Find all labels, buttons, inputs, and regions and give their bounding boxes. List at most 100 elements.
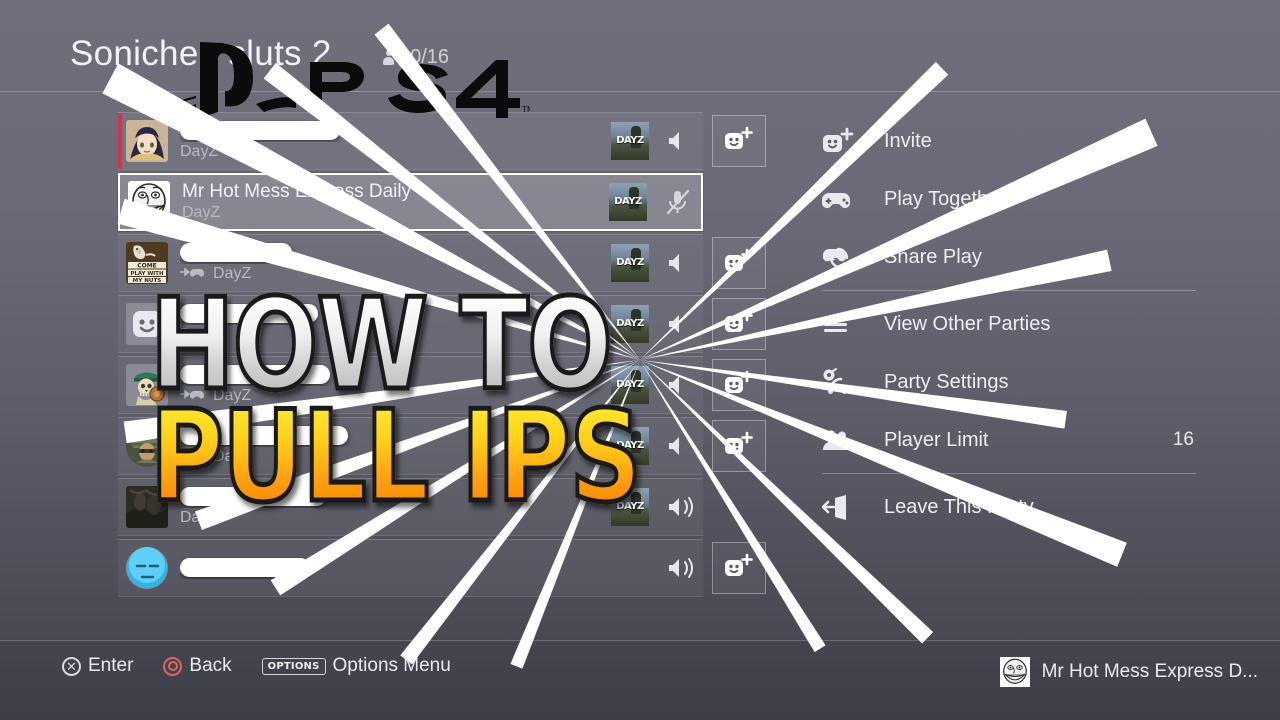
default-face-avatar bbox=[126, 303, 168, 345]
speaker-loud-icon[interactable] bbox=[657, 554, 703, 582]
member-game: DayZ bbox=[180, 264, 611, 284]
member-name bbox=[180, 120, 611, 142]
censor-bar bbox=[180, 304, 318, 324]
member-row[interactable]: COME PLAY WITH MY NUTS DayZ DAYZ bbox=[118, 234, 703, 292]
member-info bbox=[180, 557, 611, 579]
current-user[interactable]: Mr Hot Mess Express D... bbox=[999, 657, 1258, 687]
menu-item-play-together[interactable]: Play Together bbox=[822, 170, 1222, 228]
troll-face-avatar bbox=[999, 657, 1030, 687]
joining-game-icon bbox=[180, 264, 208, 284]
member-row[interactable]: DayZ DAYZ bbox=[118, 417, 703, 475]
hint-enter: ✕ Enter bbox=[62, 655, 133, 677]
cross-button-icon: ✕ bbox=[62, 656, 81, 676]
member-name bbox=[180, 364, 611, 386]
party-header: Sonicheq sluts 2 10/16 bbox=[0, 0, 1280, 92]
member-row[interactable]: Mr Hot Mess Express Daily DayZ DAYZ bbox=[118, 173, 703, 231]
people-group-icon bbox=[822, 426, 884, 454]
hint-label: Options Menu bbox=[332, 655, 451, 676]
menu-item-view-other-parties[interactable]: View Other Parties bbox=[822, 295, 1222, 353]
menu-item-party-settings[interactable]: Party Settings bbox=[822, 353, 1222, 411]
mic-muted-icon[interactable] bbox=[655, 188, 701, 216]
menu-item-leave-this-party[interactable]: Leave This Party bbox=[822, 478, 1222, 536]
dark-photo-avatar bbox=[126, 486, 168, 528]
member-game: DayZ bbox=[180, 447, 611, 467]
speaker-loud-icon[interactable] bbox=[657, 493, 703, 521]
member-game-label: DayZ bbox=[182, 204, 221, 221]
add-friend-icon bbox=[723, 431, 755, 462]
troll-face-avatar bbox=[128, 181, 170, 223]
censor-bar bbox=[180, 558, 310, 578]
game-thumbnail: DAYZ bbox=[611, 122, 649, 160]
member-name bbox=[180, 303, 611, 325]
member-info: DayZ bbox=[180, 425, 611, 467]
member-name: Mr Hot Mess Express Daily bbox=[182, 181, 412, 202]
member-game-label: DayZ bbox=[180, 143, 219, 160]
member-game: DayZ bbox=[180, 325, 611, 345]
speaker-icon[interactable] bbox=[657, 371, 703, 399]
menu-item-player-limit[interactable]: Player Limit 16 bbox=[822, 411, 1222, 469]
svg-text:MY NUTS: MY NUTS bbox=[133, 278, 162, 284]
circle-button-icon bbox=[163, 656, 183, 676]
hint-options-menu: OPTIONS Options Menu bbox=[261, 655, 451, 677]
add-friend-button[interactable] bbox=[712, 359, 766, 411]
add-friend-icon bbox=[723, 248, 755, 279]
member-info: DayZ bbox=[180, 364, 611, 406]
member-game-label: DayZ bbox=[213, 387, 252, 404]
add-friend-button[interactable] bbox=[712, 237, 766, 289]
menu-item-label: Share Play bbox=[884, 245, 982, 268]
speaker-icon[interactable] bbox=[657, 432, 703, 460]
member-info: DayZ bbox=[180, 486, 611, 528]
add-friend-icon bbox=[723, 553, 755, 584]
game-thumbnail: DAYZ bbox=[611, 366, 649, 404]
person-icon bbox=[383, 50, 394, 65]
svg-text:COME: COME bbox=[137, 263, 157, 270]
button-hints: ✕ Enter Back OPTIONS Options Menu bbox=[62, 655, 451, 677]
game-thumbnail-label: DAYZ bbox=[616, 318, 644, 329]
speaker-icon[interactable] bbox=[657, 310, 703, 338]
hint-back: Back bbox=[163, 655, 232, 677]
add-friend-button[interactable] bbox=[712, 420, 766, 472]
member-row[interactable]: DayZ DAYZ bbox=[118, 478, 703, 536]
party-options-menu[interactable]: Invite Play Together Share Play View Other … bbox=[822, 112, 1222, 536]
member-row[interactable] bbox=[118, 539, 703, 597]
joining-game-icon bbox=[180, 386, 208, 406]
member-row[interactable]: DayZ DAYZ bbox=[118, 295, 703, 353]
member-info: DayZ bbox=[180, 120, 611, 162]
member-game-label: DayZ bbox=[213, 265, 252, 282]
add-friend-button[interactable] bbox=[712, 115, 766, 167]
member-game: DayZ bbox=[182, 203, 609, 223]
exit-door-icon bbox=[822, 493, 884, 521]
svg-text:PLAY WITH: PLAY WITH bbox=[131, 271, 164, 277]
add-friend-button[interactable] bbox=[712, 542, 766, 594]
anime-girl-avatar bbox=[126, 120, 168, 162]
censor-bar bbox=[180, 365, 330, 385]
censor-bar bbox=[180, 487, 326, 507]
hint-label: Back bbox=[189, 655, 232, 676]
speaker-icon[interactable] bbox=[657, 249, 703, 277]
member-info: DayZ bbox=[180, 242, 611, 284]
member-game-label: DayZ bbox=[180, 509, 219, 526]
game-thumbnail: DAYZ bbox=[609, 183, 647, 221]
menu-item-label: Invite bbox=[884, 129, 932, 152]
member-name bbox=[180, 242, 611, 264]
speaker-icon[interactable] bbox=[657, 127, 703, 155]
menu-item-label: Party Settings bbox=[884, 370, 1009, 393]
member-count-label: 10/16 bbox=[399, 46, 450, 68]
censor-bar bbox=[180, 426, 348, 446]
blue-face-avatar bbox=[126, 547, 168, 589]
headset-settings-icon bbox=[822, 368, 884, 396]
menu-item-label: View Other Parties bbox=[884, 312, 1051, 335]
menu-item-share-play[interactable]: Share Play bbox=[822, 228, 1222, 286]
member-row[interactable]: DayZ DAYZ bbox=[118, 112, 703, 170]
add-friend-button[interactable] bbox=[712, 298, 766, 350]
game-thumbnail-label: DAYZ bbox=[616, 501, 644, 512]
member-game: DayZ bbox=[180, 508, 611, 528]
hint-label: Enter bbox=[88, 655, 134, 676]
party-title: Sonicheq sluts 2 bbox=[70, 34, 332, 73]
member-count: 10/16 bbox=[383, 46, 449, 69]
menu-item-invite[interactable]: Invite bbox=[822, 112, 1222, 170]
member-row[interactable]: DayZ DAYZ bbox=[118, 356, 703, 414]
game-thumbnail-label: DAYZ bbox=[616, 257, 644, 268]
menu-item-label: Play Together bbox=[884, 187, 1006, 210]
party-member-list[interactable]: DayZ DAYZ Mr Hot Mess Express Daily DayZ DAY… bbox=[118, 112, 766, 612]
